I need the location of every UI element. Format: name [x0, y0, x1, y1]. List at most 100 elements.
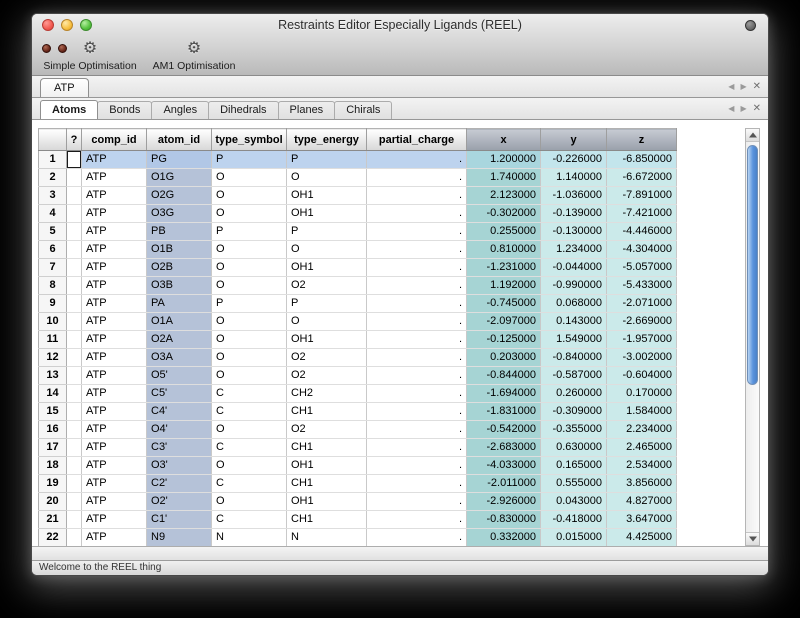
grid-cell[interactable]: O4' [147, 421, 212, 439]
grid-cell[interactable]: OH1 [287, 187, 367, 205]
grid-cell[interactable]: C4' [147, 403, 212, 421]
grid-cell[interactable]: O [212, 241, 287, 259]
grid-cell[interactable]: -0.542000 [467, 421, 541, 439]
grid-cell[interactable]: O [212, 421, 287, 439]
grid-cell[interactable]: . [367, 493, 467, 511]
column-header-sel[interactable]: ? [67, 129, 82, 151]
row-label[interactable]: 5 [39, 223, 67, 241]
grid-cell[interactable]: P [212, 223, 287, 241]
grid-cell[interactable]: -0.418000 [541, 511, 607, 529]
grid-cell[interactable]: C2' [147, 475, 212, 493]
row-label[interactable]: 3 [39, 187, 67, 205]
grid-cell[interactable]: C [212, 475, 287, 493]
column-header-z[interactable]: z [607, 129, 677, 151]
grid-cell[interactable] [67, 367, 82, 385]
row-label[interactable]: 13 [39, 367, 67, 385]
scroll-up-icon[interactable] [746, 129, 759, 142]
grid-cell[interactable]: P [287, 151, 367, 169]
grid-cell[interactable]: ATP [82, 457, 147, 475]
simple-optimisation-button[interactable]: ⚙ Simple Optimisation [38, 40, 142, 72]
grid-cell[interactable]: 0.015000 [541, 529, 607, 547]
grid-cell[interactable]: PA [147, 295, 212, 313]
grid-cell[interactable]: 1.234000 [541, 241, 607, 259]
grid-cell[interactable]: C3' [147, 439, 212, 457]
grid-cell[interactable]: O [212, 259, 287, 277]
grid-cell[interactable]: O2' [147, 493, 212, 511]
row-label[interactable]: 10 [39, 313, 67, 331]
tab-dihedrals[interactable]: Dihedrals [208, 101, 278, 119]
tab-planes[interactable]: Planes [278, 101, 336, 119]
toolbar-toggle-button[interactable] [745, 20, 756, 31]
grid-cell[interactable]: -4.304000 [607, 241, 677, 259]
grid-cell[interactable]: . [367, 511, 467, 529]
grid-cell[interactable] [67, 403, 82, 421]
grid-cell[interactable]: -5.433000 [607, 277, 677, 295]
grid-cell[interactable]: O3B [147, 277, 212, 295]
grid-cell[interactable]: ATP [82, 259, 147, 277]
grid-cell[interactable]: ATP [82, 295, 147, 313]
grid-cell[interactable]: P [212, 295, 287, 313]
grid-cell[interactable]: ATP [82, 205, 147, 223]
grid-cell[interactable]: -2.071000 [607, 295, 677, 313]
grid-cell[interactable]: . [367, 187, 467, 205]
grid-cell[interactable]: C [212, 511, 287, 529]
tab-atp[interactable]: ATP [40, 78, 89, 97]
grid-cell[interactable]: O2G [147, 187, 212, 205]
grid-cell[interactable]: ATP [82, 223, 147, 241]
grid-cell[interactable]: O [212, 205, 287, 223]
grid-cell[interactable] [67, 169, 82, 187]
column-header-type-energy[interactable]: type_energy [287, 129, 367, 151]
grid-cell[interactable]: . [367, 529, 467, 547]
row-label[interactable]: 18 [39, 457, 67, 475]
grid-cell[interactable]: . [367, 313, 467, 331]
grid-cell[interactable]: 1.200000 [467, 151, 541, 169]
grid-cell[interactable]: -4.033000 [467, 457, 541, 475]
row-label[interactable]: 11 [39, 331, 67, 349]
scroll-down-icon[interactable] [746, 532, 759, 545]
tab-atoms[interactable]: Atoms [40, 100, 98, 119]
grid-cell[interactable] [67, 385, 82, 403]
grid-cell[interactable]: 4.827000 [607, 493, 677, 511]
tab-chirals[interactable]: Chirals [334, 101, 392, 119]
grid-cell[interactable]: -0.130000 [541, 223, 607, 241]
tab-close-icon[interactable]: ✕ [753, 81, 761, 92]
grid-cell[interactable]: . [367, 259, 467, 277]
am1-optimisation-button[interactable]: ⚙ AM1 Optimisation [142, 40, 246, 72]
tab-angles[interactable]: Angles [151, 101, 209, 119]
grid-cell[interactable] [67, 511, 82, 529]
grid-cell[interactable]: -0.044000 [541, 259, 607, 277]
grid-cell[interactable]: O5' [147, 367, 212, 385]
grid-cell[interactable]: C [212, 439, 287, 457]
grid-cell[interactable]: ATP [82, 313, 147, 331]
grid-cell[interactable]: CH2 [287, 385, 367, 403]
grid-cell[interactable]: -1.957000 [607, 331, 677, 349]
grid-cell[interactable]: PG [147, 151, 212, 169]
grid-cell[interactable]: 0.260000 [541, 385, 607, 403]
grid-cell[interactable]: ATP [82, 421, 147, 439]
grid-cell[interactable]: O [212, 187, 287, 205]
grid-cell[interactable] [67, 295, 82, 313]
grid-cell[interactable]: PB [147, 223, 212, 241]
grid-cell[interactable]: ATP [82, 529, 147, 547]
grid-cell[interactable]: 4.425000 [607, 529, 677, 547]
grid-cell[interactable]: . [367, 151, 467, 169]
grid-cell[interactable]: -0.226000 [541, 151, 607, 169]
grid-cell[interactable]: O3A [147, 349, 212, 367]
grid-cell[interactable] [67, 349, 82, 367]
grid-cell[interactable]: O [212, 331, 287, 349]
grid-cell[interactable]: 2.123000 [467, 187, 541, 205]
grid-cell[interactable]: 2.234000 [607, 421, 677, 439]
grid-cell[interactable]: O [287, 241, 367, 259]
grid-cell[interactable]: 0.068000 [541, 295, 607, 313]
grid-cell[interactable] [67, 241, 82, 259]
tab-scroll-left-icon[interactable]: ◀ [728, 82, 734, 91]
grid-cell[interactable]: ATP [82, 439, 147, 457]
grid-cell[interactable]: C5' [147, 385, 212, 403]
grid-cell[interactable]: 0.143000 [541, 313, 607, 331]
column-header-partial-charge[interactable]: partial_charge [367, 129, 467, 151]
grid-cell[interactable]: ATP [82, 511, 147, 529]
grid-cell[interactable]: O2 [287, 421, 367, 439]
grid-cell[interactable]: . [367, 205, 467, 223]
grid-cell[interactable]: O [212, 367, 287, 385]
row-label[interactable]: 12 [39, 349, 67, 367]
